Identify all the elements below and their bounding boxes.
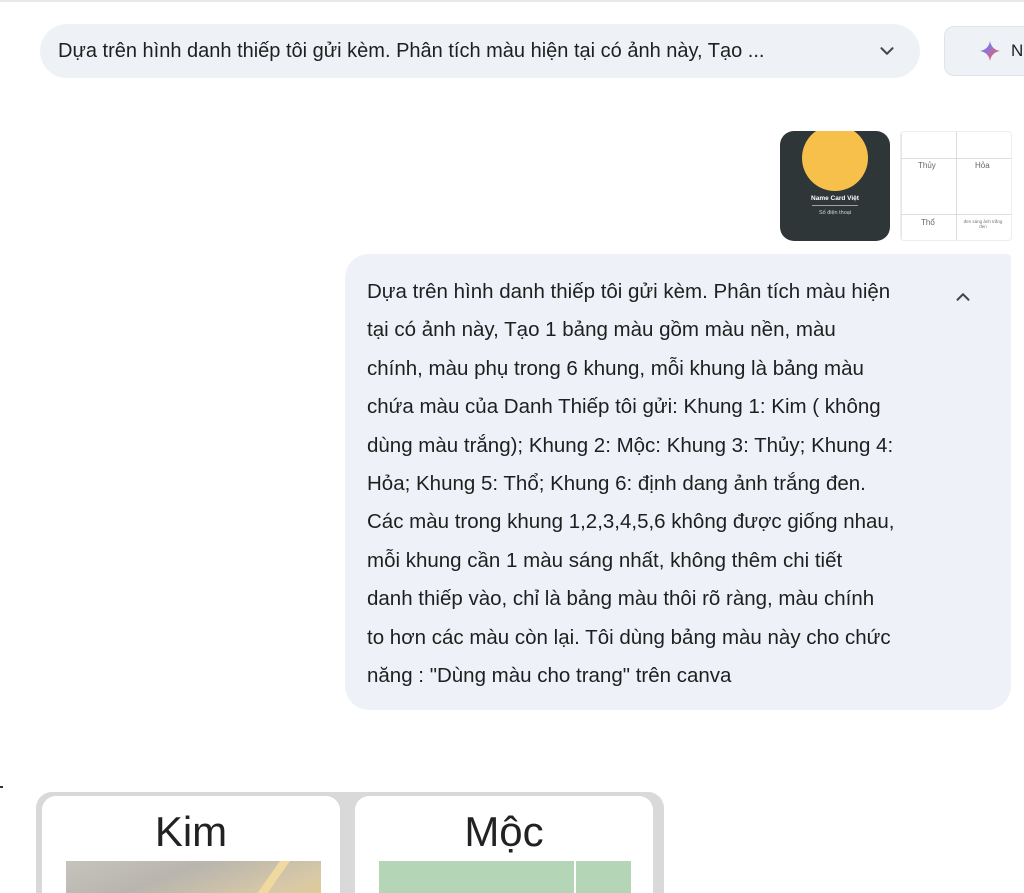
palette-panel-moc: Mộc [355,796,653,893]
sparkle-icon [979,40,1001,62]
prompt-summary-text: Dựa trên hình danh thiếp tôi gửi kèm. Ph… [58,39,765,62]
grid-line [901,158,1011,159]
panel-title-moc: Mộc [464,808,544,855]
grid-label-tho: Thổ [921,218,935,227]
kim-swatch-stripe [251,861,291,893]
name-card-thumbnail[interactable]: Name Card Việt Số điện thoại [780,131,890,241]
top-divider [0,0,1024,2]
kim-swatch [66,861,321,893]
chevron-down-icon[interactable] [876,40,898,62]
grid-label-bw: đen sáng ảnh trắng đen [963,219,1003,229]
grid-line [901,132,902,240]
grid-line [956,132,957,240]
moc-swatch [379,861,631,893]
palette-grid-thumbnail[interactable]: Thủy Hỏa Thổ đen sáng ảnh trắng đen [900,131,1012,241]
user-message-text: Dựa trên hình danh thiếp tôi gửi kèm. Ph… [367,280,895,688]
chevron-up-icon[interactable] [952,286,974,308]
panel-title-kim: Kim [154,808,228,855]
user-message-bubble: Dựa trên hình danh thiếp tôi gửi kèm. Ph… [345,254,1011,710]
yellow-circle [802,131,868,191]
card-phone-text: Số điện thoại [818,210,852,216]
grid-label-hoa: Hỏa [975,161,990,170]
grid-line [901,214,1011,215]
new-chat-button[interactable]: Na [944,26,1024,76]
prompt-summary-bar[interactable]: Dựa trên hình danh thiếp tôi gửi kèm. Ph… [40,24,920,78]
moc-swatch-divider [574,861,576,893]
card-divider [812,205,858,206]
new-chat-label: Na [1011,41,1024,60]
palette-panel-kim: Kim [42,796,340,893]
card-brand-text: Name Card Việt [811,195,859,202]
grid-label-thuy: Thủy [918,161,936,170]
scroll-marker [0,786,3,788]
